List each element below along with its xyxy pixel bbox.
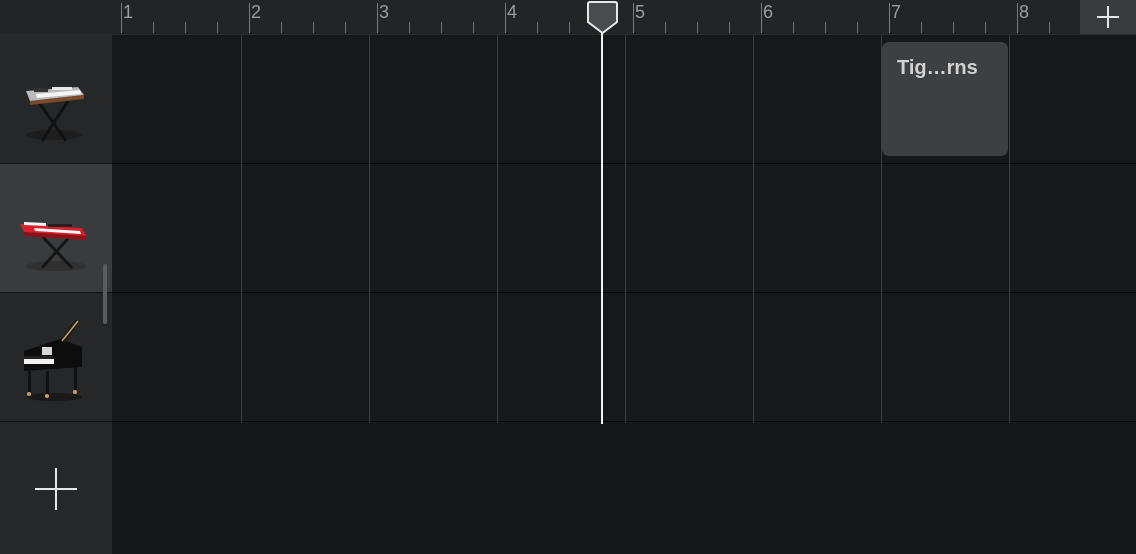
track-lane[interactable] bbox=[112, 293, 1136, 422]
beat-tick bbox=[953, 22, 954, 33]
bar-tick bbox=[1017, 3, 1018, 33]
bar-number: 3 bbox=[379, 2, 390, 22]
add-section-button[interactable] bbox=[1080, 0, 1136, 34]
track-lane[interactable] bbox=[112, 164, 1136, 293]
beat-tick bbox=[921, 22, 922, 33]
beat-tick bbox=[857, 22, 858, 33]
beat-tick bbox=[345, 22, 346, 33]
bar-number: 7 bbox=[891, 2, 902, 22]
timeline-ruler[interactable]: 1 2 3 4 5 6 7 8 bbox=[0, 0, 1136, 35]
bar-number: 1 bbox=[123, 2, 134, 22]
beat-tick bbox=[409, 22, 410, 33]
playhead-handle[interactable] bbox=[586, 1, 619, 35]
bar-gridline bbox=[369, 35, 370, 423]
beat-tick bbox=[537, 22, 538, 33]
beat-tick bbox=[569, 22, 570, 33]
beat-tick bbox=[473, 22, 474, 33]
bar-tick bbox=[889, 3, 890, 33]
beat-tick bbox=[825, 22, 826, 33]
bar-tick bbox=[249, 3, 250, 33]
bar-number: 8 bbox=[1019, 2, 1030, 22]
bar-gridline bbox=[241, 35, 242, 423]
beat-tick bbox=[729, 22, 730, 33]
beat-tick bbox=[185, 22, 186, 33]
track-scrollbar[interactable] bbox=[103, 264, 107, 324]
track-header-synth[interactable] bbox=[0, 164, 112, 293]
beat-tick bbox=[441, 22, 442, 33]
bar-gridline bbox=[497, 35, 498, 423]
beat-tick bbox=[217, 22, 218, 33]
grand-piano-icon bbox=[24, 319, 82, 401]
region-clip[interactable]: Tig…rns bbox=[882, 42, 1008, 156]
bar-gridline bbox=[625, 35, 626, 423]
beat-tick bbox=[665, 22, 666, 33]
electric-keyboard-icon bbox=[26, 87, 84, 142]
beat-tick bbox=[281, 22, 282, 33]
region-label: Tig…rns bbox=[897, 57, 978, 79]
beat-tick bbox=[697, 22, 698, 33]
bar-number: 4 bbox=[507, 2, 518, 22]
bar-tick bbox=[633, 3, 634, 33]
beat-tick bbox=[793, 22, 794, 33]
bar-tick bbox=[505, 3, 506, 33]
bar-tick bbox=[761, 3, 762, 33]
beat-tick bbox=[985, 22, 986, 33]
track-header-keyboard[interactable] bbox=[0, 35, 112, 164]
bar-tick bbox=[377, 3, 378, 33]
bar-gridline bbox=[1009, 35, 1010, 423]
bar-tick bbox=[121, 3, 122, 33]
bar-number: 6 bbox=[763, 2, 774, 22]
beat-tick bbox=[153, 22, 154, 33]
beat-tick bbox=[1049, 22, 1050, 33]
tracks-area[interactable]: Tig…rns bbox=[112, 35, 1136, 554]
add-track-button[interactable] bbox=[0, 424, 112, 554]
playhead-line[interactable] bbox=[601, 20, 603, 424]
track-header-piano[interactable] bbox=[0, 293, 112, 422]
beat-tick bbox=[313, 22, 314, 33]
bar-gridline bbox=[753, 35, 754, 423]
bar-number: 5 bbox=[635, 2, 646, 22]
bar-number: 2 bbox=[251, 2, 262, 22]
red-synth-keyboard-icon bbox=[20, 222, 86, 271]
